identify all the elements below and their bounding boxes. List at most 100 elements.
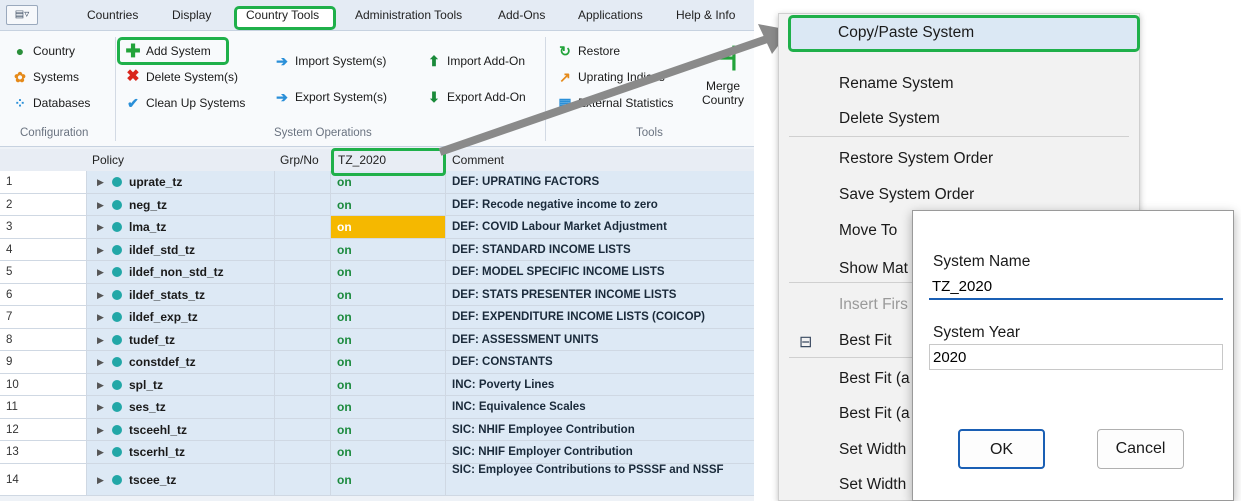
comment-cell[interactable]: DEF: EXPENDITURE INCOME LISTS (COICOP) [446, 306, 754, 328]
policy-cell[interactable]: ▶ uprate_tz [87, 171, 275, 193]
expand-chevron-icon[interactable]: ▶ [97, 464, 104, 496]
export-systems-button[interactable]: ➔ Export System(s) [274, 89, 387, 105]
table-row[interactable]: 4 ▶ ildef_std_tz on DEF: STANDARD INCOME LIS… [0, 238, 754, 261]
header-comment[interactable]: Comment [452, 153, 504, 167]
comment-cell[interactable]: SIC: NHIF Employer Contribution [446, 441, 754, 463]
systems-button[interactable]: ✿ Systems [12, 69, 79, 85]
comment-cell[interactable]: SIC: NHIF Employee Contribution [446, 418, 754, 440]
comment-cell[interactable]: INC: Equivalence Scales [446, 396, 754, 418]
menu-item-show-mat[interactable]: Show Mat [839, 260, 908, 278]
grp-no-cell[interactable] [275, 463, 331, 495]
table-row[interactable]: 10 ▶ spl_tz on INC: Poverty Lines [0, 373, 754, 396]
external-statistics-button[interactable]: ▦ External Statistics [557, 95, 673, 111]
system-value-cell[interactable]: on [331, 418, 446, 440]
expand-chevron-icon[interactable]: ▶ [97, 216, 104, 238]
delete-systems-button[interactable]: ✖ Delete System(s) [125, 69, 238, 85]
tab-display[interactable]: Display [172, 8, 211, 22]
system-value-cell[interactable]: on [331, 261, 446, 283]
expand-chevron-icon[interactable]: ▶ [97, 261, 104, 283]
expand-chevron-icon[interactable]: ▶ [97, 239, 104, 261]
grp-no-cell[interactable] [275, 441, 331, 463]
system-value-cell[interactable]: on [331, 463, 446, 495]
menu-item-move-to[interactable]: Move To [839, 222, 897, 240]
table-row[interactable]: 11 ▶ ses_tz on INC: Equivalence Scales [0, 396, 754, 419]
menu-item-best-fit-a1[interactable]: Best Fit (a [839, 370, 910, 388]
grp-no-cell[interactable] [275, 216, 331, 238]
restore-button[interactable]: ↻ Restore [557, 43, 620, 59]
system-value-cell[interactable]: on [331, 216, 446, 238]
import-systems-button[interactable]: ➔ Import System(s) [274, 53, 386, 69]
country-button[interactable]: ● Country [12, 43, 75, 59]
table-row[interactable]: 3 ▶ lma_tz on DEF: COVID Labour Market Adjus… [0, 216, 754, 239]
expand-chevron-icon[interactable]: ▶ [97, 351, 104, 373]
import-add-on-button[interactable]: ⬆ Import Add-On [426, 53, 525, 69]
tab-help-info[interactable]: Help & Info [676, 8, 735, 22]
system-value-cell[interactable]: on [331, 351, 446, 373]
table-row[interactable]: 8 ▶ tudef_tz on DEF: ASSESSMENT UNITS [0, 328, 754, 351]
comment-cell[interactable]: DEF: STATS PRESENTER INCOME LISTS [446, 283, 754, 305]
comment-cell[interactable]: DEF: COVID Labour Market Adjustment [446, 216, 754, 238]
policy-cell[interactable]: ▶ ildef_exp_tz [87, 306, 275, 328]
system-value-cell[interactable]: on [331, 396, 446, 418]
policy-cell[interactable]: ▶ ses_tz [87, 396, 275, 418]
ok-button[interactable]: OK [958, 429, 1045, 469]
policy-cell[interactable]: ▶ neg_tz [87, 193, 275, 215]
clean-up-systems-button[interactable]: ✔ Clean Up Systems [125, 95, 245, 111]
table-row[interactable]: 12 ▶ tsceehl_tz on SIC: NHIF Employee Contri… [0, 418, 754, 441]
policy-cell[interactable]: ▶ tudef_tz [87, 328, 275, 351]
menu-item-set-width-1[interactable]: Set Width [839, 441, 906, 459]
table-row[interactable]: 14 ▶ tscee_tz on SIC: Employee Contributions… [0, 463, 754, 496]
table-row[interactable]: 13 ▶ tscerhl_tz on SIC: NHIF Employer Contri… [0, 441, 754, 464]
grp-no-cell[interactable] [275, 418, 331, 440]
expand-chevron-icon[interactable]: ▶ [97, 396, 104, 418]
menu-item-best-fit-a2[interactable]: Best Fit (a [839, 405, 910, 423]
menu-item-set-width-2[interactable]: Set Width [839, 476, 906, 494]
tab-add-ons[interactable]: Add-Ons [498, 8, 545, 22]
grp-no-cell[interactable] [275, 351, 331, 373]
comment-cell[interactable]: DEF: MODEL SPECIFIC INCOME LISTS [446, 261, 754, 283]
expand-chevron-icon[interactable]: ▶ [97, 329, 104, 351]
policy-cell[interactable]: ▶ ildef_stats_tz [87, 283, 275, 305]
system-value-cell[interactable]: on [331, 238, 446, 260]
app-menu-icon[interactable]: ▤▿ [6, 5, 38, 25]
policy-cell[interactable]: ▶ ildef_non_std_tz [87, 261, 275, 283]
menu-item-copy-paste-system[interactable]: Copy/Paste System [838, 24, 974, 42]
comment-cell[interactable]: DEF: ASSESSMENT UNITS [446, 328, 754, 350]
cancel-button[interactable]: Cancel [1097, 429, 1184, 469]
uprating-indices-button[interactable]: ↗ Uprating Indices [557, 69, 665, 85]
table-row[interactable]: 9 ▶ constdef_tz on DEF: CONSTANTS [0, 351, 754, 374]
grp-no-cell[interactable] [275, 193, 331, 215]
tab-applications[interactable]: Applications [578, 8, 643, 22]
policy-cell[interactable]: ▶ tsceehl_tz [87, 418, 275, 441]
menu-item-save-system-order[interactable]: Save System Order [839, 186, 974, 204]
expand-chevron-icon[interactable]: ▶ [97, 171, 104, 193]
system-name-input[interactable] [929, 274, 1223, 300]
grp-no-cell[interactable] [275, 396, 331, 418]
system-year-input[interactable] [929, 344, 1223, 370]
comment-cell[interactable]: DEF: Recode negative income to zero [446, 193, 754, 215]
tab-administration-tools[interactable]: Administration Tools [355, 8, 462, 22]
system-value-cell[interactable]: on [331, 283, 446, 305]
comment-cell[interactable]: DEF: STANDARD INCOME LISTS [446, 238, 754, 260]
comment-cell[interactable]: DEF: UPRATING FACTORS [446, 171, 754, 193]
grp-no-cell[interactable] [275, 261, 331, 283]
expand-chevron-icon[interactable]: ▶ [97, 374, 104, 396]
policy-cell[interactable]: ▶ lma_tz [87, 216, 275, 238]
system-value-cell[interactable]: on [331, 328, 446, 350]
table-row[interactable]: 2 ▶ neg_tz on DEF: Recode negative income to… [0, 193, 754, 216]
menu-item-delete-system[interactable]: Delete System [839, 110, 940, 128]
header-grp-no[interactable]: Grp/No [280, 153, 319, 167]
menu-item-restore-system-order[interactable]: Restore System Order [839, 150, 993, 168]
policy-cell[interactable]: ▶ constdef_tz [87, 351, 275, 373]
table-row[interactable]: 6 ▶ ildef_stats_tz on DEF: STATS PRESENTER I… [0, 283, 754, 306]
merge-country-button[interactable]: ⊣ Merge Country [698, 39, 748, 107]
policy-cell[interactable]: ▶ ildef_std_tz [87, 238, 275, 261]
grp-no-cell[interactable] [275, 171, 331, 193]
expand-chevron-icon[interactable]: ▶ [97, 419, 104, 441]
menu-item-best-fit[interactable]: Best Fit [839, 332, 892, 350]
header-policy[interactable]: Policy [92, 153, 124, 167]
system-value-cell[interactable]: on [331, 306, 446, 328]
table-row[interactable]: 5 ▶ ildef_non_std_tz on DEF: MODEL SPECIFIC … [0, 261, 754, 284]
system-value-cell[interactable]: on [331, 441, 446, 463]
grp-no-cell[interactable] [275, 306, 331, 328]
